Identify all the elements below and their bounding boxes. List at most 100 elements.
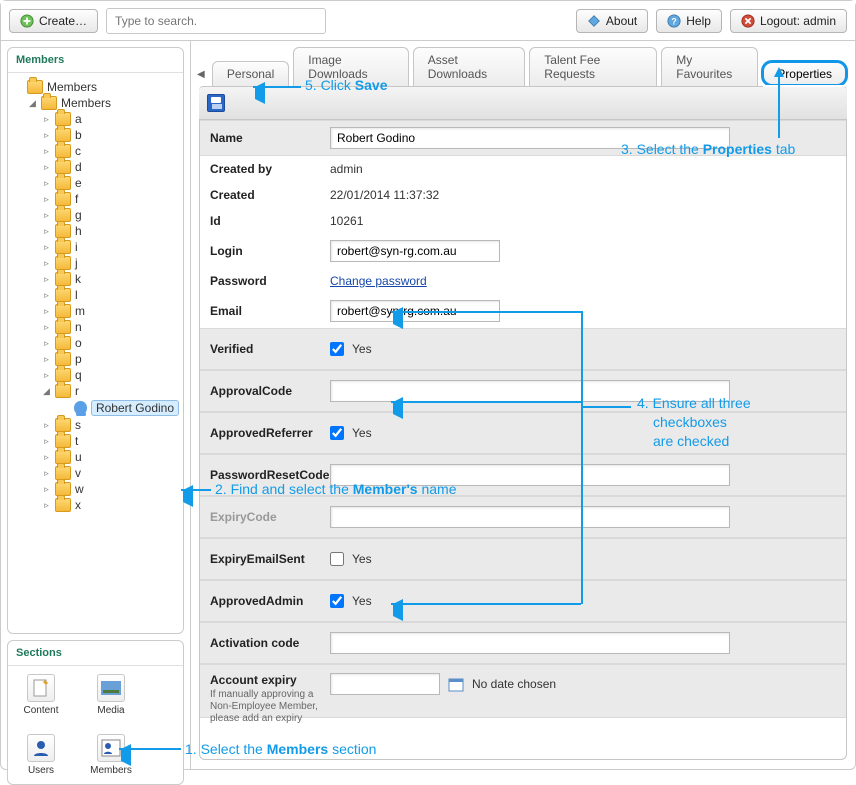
row-createdby: Created by admin <box>200 156 846 182</box>
tree-item[interactable]: ▹k <box>14 271 179 287</box>
folder-icon <box>55 240 71 254</box>
tree-item[interactable]: ▹p <box>14 351 179 367</box>
row-name: Name <box>200 120 846 156</box>
section-media-label: Media <box>97 705 124 716</box>
create-button[interactable]: Create… <box>9 9 98 33</box>
tree-item[interactable]: ▹v <box>14 465 179 481</box>
tree-item[interactable]: ▹w <box>14 481 179 497</box>
expiryemailsent-yes: Yes <box>352 552 372 566</box>
save-button[interactable] <box>207 94 225 112</box>
tree-item[interactable]: ▹e <box>14 175 179 191</box>
folder-icon <box>55 160 71 174</box>
folder-icon <box>55 144 71 158</box>
input-name[interactable] <box>330 127 730 149</box>
row-expiryemailsent: ExpiryEmailSent Yes <box>200 538 846 580</box>
tree-item[interactable]: ▹n <box>14 319 179 335</box>
input-login[interactable] <box>330 240 500 262</box>
tree-item[interactable]: ▹o <box>14 335 179 351</box>
input-accountexpiry[interactable] <box>330 673 440 695</box>
tab-bar: ◀ Personal Image Downloads Asset Downloa… <box>191 41 855 86</box>
tree-item[interactable]: ▹d <box>14 159 179 175</box>
about-icon <box>587 14 601 28</box>
tree-item[interactable]: ▹c <box>14 143 179 159</box>
value-createdby: admin <box>330 162 363 176</box>
folder-icon <box>55 418 71 432</box>
tree-item[interactable]: ▹x <box>14 497 179 513</box>
checkbox-verified[interactable] <box>330 342 344 356</box>
tab-asset-downloads[interactable]: Asset Downloads <box>413 47 526 86</box>
label-expiryemailsent: ExpiryEmailSent <box>210 552 330 566</box>
help-icon: ? <box>667 14 681 28</box>
label-created: Created <box>210 188 330 202</box>
input-activationcode[interactable] <box>330 632 730 654</box>
tree-item[interactable]: Members <box>14 79 179 95</box>
search-box <box>106 8 326 34</box>
tree-item[interactable]: ▹l <box>14 287 179 303</box>
label-expirycode: ExpiryCode <box>210 510 330 524</box>
folder-icon <box>55 224 71 238</box>
folder-icon <box>55 272 71 286</box>
folder-icon <box>41 96 57 110</box>
row-approvedreferrer: ApprovedReferrer Yes <box>200 412 846 454</box>
folder-icon <box>55 482 71 496</box>
tab-talent-fee[interactable]: Talent Fee Requests <box>529 47 657 86</box>
media-icon <box>97 674 125 702</box>
tree-item[interactable]: ▹s <box>14 417 179 433</box>
members-tree[interactable]: Members◢Members▹a▹b▹c▹d▹e▹f▹g▹h▹i▹j▹k▹l▹… <box>8 73 183 633</box>
tree-item[interactable]: ▹f <box>14 191 179 207</box>
tree-item[interactable]: ▹t <box>14 433 179 449</box>
tab-my-favourites[interactable]: My Favourites <box>661 47 758 86</box>
checkbox-approvedreferrer[interactable] <box>330 426 344 440</box>
tree-item[interactable]: ▹a <box>14 111 179 127</box>
input-expirycode[interactable] <box>330 506 730 528</box>
folder-icon <box>55 304 71 318</box>
label-approvedadmin: ApprovedAdmin <box>210 594 330 608</box>
about-button[interactable]: About <box>576 9 648 33</box>
label-approvedreferrer: ApprovedReferrer <box>210 426 330 440</box>
label-activationcode: Activation code <box>210 636 330 650</box>
tree-item[interactable]: ▹b <box>14 127 179 143</box>
label-name: Name <box>210 131 330 145</box>
section-media[interactable]: Media <box>86 674 136 716</box>
sections-header: Sections <box>8 641 183 666</box>
tab-scroll-left[interactable]: ◀ <box>197 69 205 80</box>
input-passwordresetcode[interactable] <box>330 464 730 486</box>
value-id: 10261 <box>330 214 363 228</box>
tree-item[interactable]: Robert Godino <box>14 399 179 417</box>
tree-item[interactable]: ▹h <box>14 223 179 239</box>
tree-item[interactable]: ▹q <box>14 367 179 383</box>
approvedreferrer-yes: Yes <box>352 426 372 440</box>
members-panel: Members Members◢Members▹a▹b▹c▹d▹e▹f▹g▹h▹… <box>7 47 184 634</box>
folder-icon <box>55 192 71 206</box>
sections-panel: Sections Content Media Users Members <box>7 640 184 785</box>
tree-item[interactable]: ▹g <box>14 207 179 223</box>
folder-icon <box>55 466 71 480</box>
folder-icon <box>55 112 71 126</box>
label-createdby: Created by <box>210 162 330 176</box>
tree-item[interactable]: ▹m <box>14 303 179 319</box>
tree-item[interactable]: ▹i <box>14 239 179 255</box>
section-content[interactable]: Content <box>16 674 66 716</box>
folder-icon <box>55 498 71 512</box>
label-accountexpiry: Account expiry If manually approving a N… <box>210 673 330 725</box>
calendar-icon[interactable] <box>448 676 464 692</box>
checkbox-approvedadmin[interactable] <box>330 594 344 608</box>
help-button[interactable]: ? Help <box>656 9 722 33</box>
tree-item[interactable]: ◢Members <box>14 95 179 111</box>
tree-item[interactable]: ▹u <box>14 449 179 465</box>
label-login: Login <box>210 244 330 258</box>
tree-item[interactable]: ▹j <box>14 255 179 271</box>
section-users-label: Users <box>28 765 54 776</box>
tree-item[interactable]: ◢r <box>14 383 179 399</box>
logout-button[interactable]: Logout: admin <box>730 9 847 33</box>
checkbox-expiryemailsent[interactable] <box>330 552 344 566</box>
folder-icon <box>55 368 71 382</box>
folder-icon <box>55 336 71 350</box>
link-change-password[interactable]: Change password <box>330 274 427 288</box>
folder-icon <box>55 434 71 448</box>
folder-icon <box>55 208 71 222</box>
label-email: Email <box>210 304 330 318</box>
search-input[interactable] <box>106 8 326 34</box>
tab-image-downloads[interactable]: Image Downloads <box>293 47 408 86</box>
row-expirycode: ExpiryCode <box>200 496 846 538</box>
